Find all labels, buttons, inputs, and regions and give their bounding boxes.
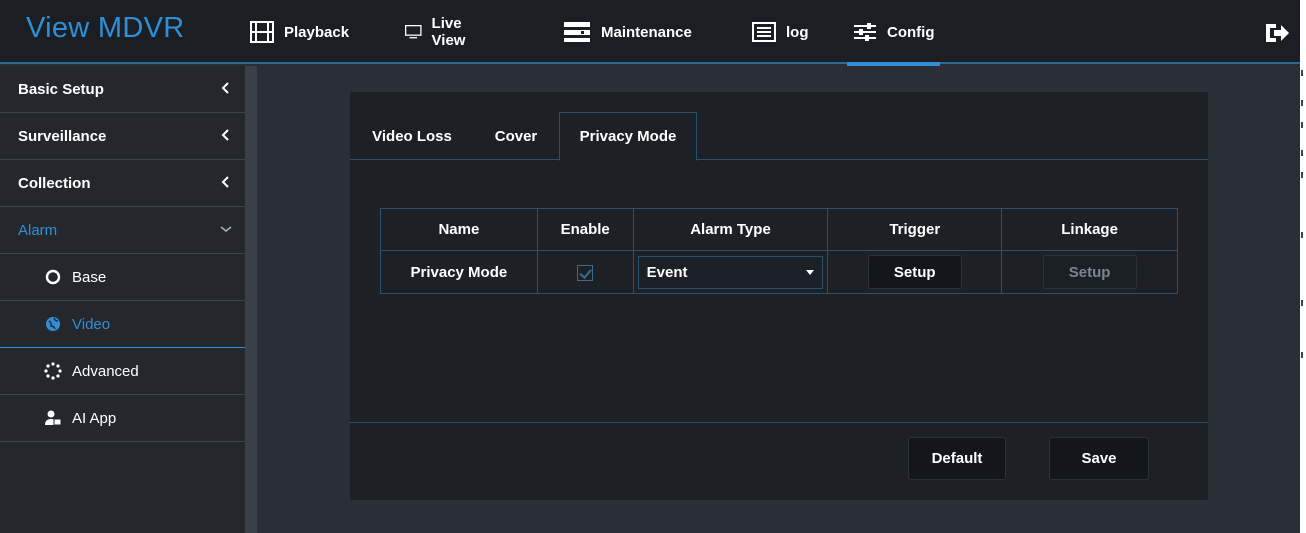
edge-mark [1301,232,1303,238]
nav-maintenance-label: Maintenance [601,23,692,41]
nav-config[interactable]: Config [846,0,942,66]
top-bar: View MDVR Playback Live View Maintenance… [0,0,1300,66]
edge-mark [1301,122,1303,128]
trigger-cell: Setup [827,250,1003,294]
tab-video-loss[interactable]: Video Loss [368,112,456,160]
tab-cover[interactable]: Cover [490,112,542,160]
sidebar-group-surveillance[interactable]: Surveillance [0,113,245,160]
sidebar-item-advanced[interactable]: Advanced [0,348,245,395]
chevron-left-icon [221,82,229,94]
save-button[interactable]: Save [1049,437,1149,480]
app-window: View MDVR Playback Live View Maintenance… [0,0,1300,533]
sidebar-group-alarm[interactable]: Alarm [0,207,245,254]
edge-mark [1301,100,1303,106]
column-header-linkage: Linkage [1001,208,1178,251]
sidebar-group-label: Basic Setup [18,80,104,98]
footer-divider [350,422,1208,423]
enable-cell [536,250,634,294]
column-header-alarm-type: Alarm Type [632,208,829,251]
film-icon [250,21,274,43]
caret-down-icon [806,269,815,275]
monitor-icon [405,24,422,39]
nav-maintenance[interactable]: Maintenance [563,0,692,64]
linkage-setup-button[interactable]: Setup [1042,255,1137,289]
row-name: Privacy Mode [380,250,538,294]
edge-mark [1301,70,1303,76]
app-title: View MDVR [26,12,185,44]
nav-playback[interactable]: Playback [250,0,349,64]
tab-label: Video Loss [372,127,452,145]
edge-mark [1301,300,1303,306]
sidebar-group-label: Surveillance [18,127,107,145]
edge-mark [1301,352,1303,358]
nav-log-label: log [786,23,809,41]
chevron-down-icon [220,226,232,232]
table-header-row: Name Enable Alarm Type Trigger Linkage [380,208,1178,251]
chevron-left-icon [221,176,229,188]
list-icon [752,22,776,42]
sidebar-item-label: Video [72,315,111,333]
sidebar-scrollbar[interactable] [245,66,257,533]
config-panel: Video Loss Cover Privacy Mode Name Enabl… [350,92,1208,500]
tab-label: Privacy Mode [579,128,677,145]
edge-mark [1301,150,1303,156]
sidebar-item-base[interactable]: Base [0,254,245,301]
alarm-type-value: Event [646,263,688,281]
trigger-setup-button[interactable]: Setup [867,255,962,289]
alarm-type-select[interactable]: Event [637,255,824,289]
nav-live-view-label: Live View [431,15,466,49]
users-icon [44,409,62,427]
dots-circle-icon [44,362,62,380]
right-edge-strip [1300,0,1306,533]
nav-log[interactable]: log [752,0,809,64]
default-button[interactable]: Default [908,437,1006,480]
sidebar-group-collection[interactable]: Collection [0,160,245,207]
nav-config-label: Config [887,23,935,41]
sliders-icon [854,23,876,41]
sidebar: Basic Setup Surveillance Collection Alar… [0,66,245,533]
sidebar-item-video[interactable]: Video [0,301,245,348]
nav-playback-label: Playback [284,23,350,41]
globe-icon [44,315,62,333]
circle-icon [44,268,62,286]
alarm-type-cell: Event [632,250,829,294]
sidebar-group-label: Collection [18,174,91,192]
table-row: Privacy Mode Event Setup Setup [380,250,1178,294]
sidebar-item-ai-app[interactable]: AI App [0,395,245,442]
column-header-name: Name [380,208,538,251]
column-header-enable: Enable [536,208,634,251]
tab-privacy-mode[interactable]: Privacy Mode [559,112,697,161]
alarm-table: Name Enable Alarm Type Trigger Linkage P… [380,208,1178,294]
linkage-cell: Setup [1001,250,1178,294]
sidebar-group-basic-setup[interactable]: Basic Setup [0,66,245,113]
sidebar-group-label: Alarm [18,221,58,239]
tab-bar: Video Loss Cover Privacy Mode [350,112,1208,161]
sidebar-item-label: Advanced [72,362,139,380]
logout-icon[interactable] [1264,20,1290,46]
edge-mark [1301,172,1303,178]
nav-live-view[interactable]: Live View [405,0,475,64]
column-header-trigger: Trigger [827,208,1003,251]
tab-label: Cover [494,127,538,145]
sidebar-item-label: AI App [72,409,117,427]
chevron-left-icon [221,129,229,141]
enable-checkbox[interactable] [577,264,594,281]
server-icon [564,22,590,42]
sidebar-item-label: Base [72,268,107,286]
